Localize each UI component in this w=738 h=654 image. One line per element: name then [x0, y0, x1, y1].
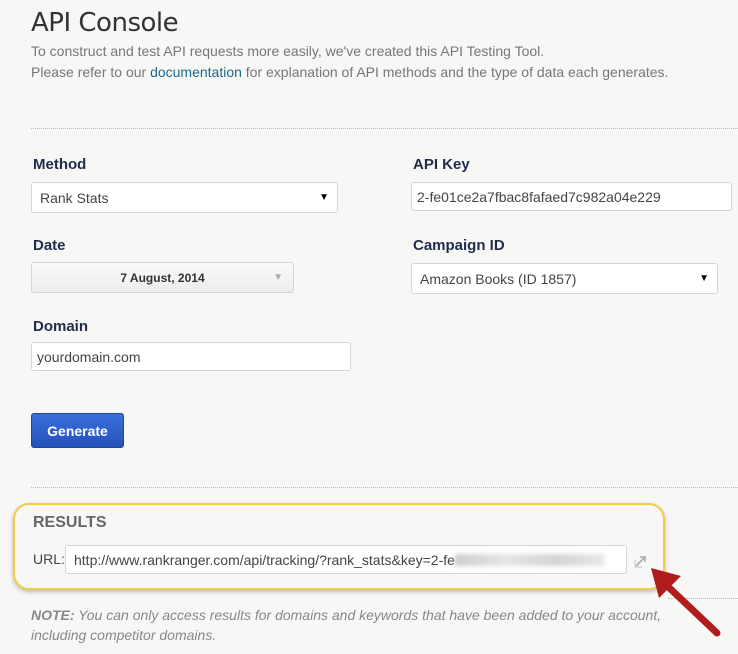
divider	[31, 128, 738, 129]
note-line-1: NOTE: You can only access results for do…	[31, 607, 661, 623]
intro-text: To construct and test API requests more …	[31, 43, 545, 59]
url-output[interactable]: http://www.rankranger.com/api/tracking/?…	[65, 545, 627, 574]
divider	[31, 487, 738, 488]
api-key-label: API Key	[413, 156, 470, 173]
page-title: API Console	[31, 8, 179, 38]
date-picker[interactable]: 7 August, 2014 ▼	[31, 262, 294, 293]
caret-down-icon: ▼	[273, 272, 283, 283]
red-arrow-annotation	[651, 568, 721, 637]
method-select[interactable]: Rank Stats ▼	[31, 182, 338, 213]
caret-down-icon: ▼	[699, 273, 709, 284]
api-key-input[interactable]: 2-fe01ce2a7fbac8fafaed7c982a04e229	[411, 182, 732, 211]
text: Please refer to our	[31, 64, 151, 80]
text: for explanation of API methods and the t…	[241, 64, 669, 80]
method-value: Rank Stats	[40, 189, 109, 206]
date-label: Date	[33, 237, 66, 254]
campaign-select[interactable]: Amazon Books (ID 1857) ▼	[411, 263, 718, 294]
caret-down-icon: ▼	[319, 192, 329, 203]
url-label: URL:	[33, 551, 65, 567]
method-label: Method	[33, 156, 87, 173]
note-line-2: including competitor domains.	[31, 627, 217, 643]
note-text: You can only access results for domains …	[74, 607, 662, 623]
domain-label: Domain	[33, 318, 89, 335]
date-value: 7 August, 2014	[120, 270, 205, 285]
intro-text-2: Please refer to our documentation for ex…	[31, 64, 668, 80]
domain-input[interactable]: yourdomain.com	[31, 342, 351, 371]
campaign-value: Amazon Books (ID 1857)	[420, 270, 577, 287]
url-value: http://www.rankranger.com/api/tracking/?…	[74, 551, 455, 568]
note-bold: NOTE:	[31, 607, 75, 623]
documentation-link[interactable]: documentation	[150, 64, 242, 80]
generate-button[interactable]: Generate	[31, 413, 124, 448]
campaign-label: Campaign ID	[413, 237, 505, 254]
blurred-key	[454, 553, 605, 566]
results-heading: RESULTS	[33, 514, 107, 531]
